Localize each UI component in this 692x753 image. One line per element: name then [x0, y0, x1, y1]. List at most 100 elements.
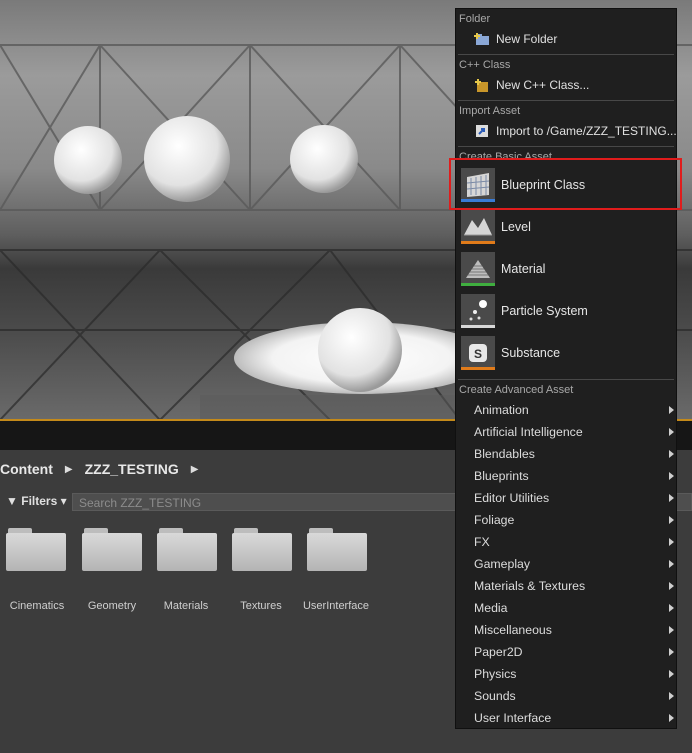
new-cpp-label: New C++ Class...: [496, 78, 590, 92]
advanced-menu-item[interactable]: Foliage: [456, 509, 676, 531]
section-import: Import Asset: [459, 105, 521, 117]
advanced-menu-item[interactable]: FX: [456, 531, 676, 553]
advanced-menu-item-label: Paper2D: [474, 645, 523, 659]
advanced-menu-item-label: Blendables: [474, 447, 535, 461]
material-icon: [461, 252, 495, 286]
advanced-menu-item-label: Foliage: [474, 513, 515, 527]
level-label: Level: [501, 220, 531, 234]
submenu-arrow-icon: [669, 538, 674, 546]
breadcrumb-arrow-icon[interactable]: ▶: [191, 464, 199, 475]
particle-system-item[interactable]: Particle System: [458, 291, 674, 331]
folder-label[interactable]: Geometry: [74, 600, 150, 612]
advanced-menu-item[interactable]: Gameplay: [456, 553, 676, 575]
submenu-arrow-icon: [669, 494, 674, 502]
advanced-menu-item[interactable]: User Interface: [456, 707, 676, 729]
submenu-arrow-icon: [669, 648, 674, 656]
advanced-menu-item-label: FX: [474, 535, 490, 549]
advanced-menu-item-label: Editor Utilities: [474, 491, 550, 505]
folder-icon[interactable]: [6, 526, 68, 574]
substance-label: Substance: [501, 346, 561, 360]
new-folder-icon: [474, 31, 490, 47]
particle-system-label: Particle System: [501, 304, 588, 318]
advanced-menu-item[interactable]: Blendables: [456, 443, 676, 465]
substance-icon: S: [461, 336, 495, 370]
add-new-context-menu: Folder New Folder C++ Class New C++ Clas…: [455, 8, 677, 729]
folder-icon[interactable]: [232, 526, 294, 574]
level-item[interactable]: Level: [458, 207, 674, 247]
folder-icon[interactable]: [82, 526, 144, 574]
level-icon: [461, 210, 495, 244]
submenu-arrow-icon: [669, 472, 674, 480]
folder-label[interactable]: UserInterface: [298, 600, 374, 612]
advanced-menu-item[interactable]: Editor Utilities: [456, 487, 676, 509]
section-advanced: Create Advanced Asset: [459, 384, 574, 396]
material-label: Material: [501, 262, 546, 276]
advanced-menu-item-label: Sounds: [474, 689, 516, 703]
cpp-class-icon: [474, 77, 490, 93]
advanced-menu-item[interactable]: Artificial Intelligence: [456, 421, 676, 443]
folder-label[interactable]: Materials: [148, 600, 224, 612]
advanced-menu-item-label: Artificial Intelligence: [474, 425, 583, 439]
submenu-arrow-icon: [669, 406, 674, 414]
filter-icon: ▼: [6, 494, 18, 508]
svg-text:S: S: [474, 347, 482, 361]
submenu-arrow-icon: [669, 604, 674, 612]
dropdown-icon: ▾: [60, 494, 67, 508]
advanced-menu-item-label: Miscellaneous: [474, 623, 552, 637]
section-cpp: C++ Class: [459, 59, 511, 71]
menu-separator: [458, 54, 674, 55]
breadcrumb: Content ▶ ZZZ_TESTING ▶: [0, 457, 210, 481]
particle-icon: [461, 294, 495, 328]
advanced-menu-item-label: Gameplay: [474, 557, 531, 571]
submenu-arrow-icon: [669, 670, 674, 678]
particle-color-bar: [461, 325, 495, 328]
filters-button[interactable]: ▼ Filters ▾: [6, 494, 67, 508]
submenu-arrow-icon: [669, 626, 674, 634]
advanced-menu-item[interactable]: Animation: [456, 399, 676, 421]
menu-separator: [458, 379, 674, 380]
advanced-menu-item[interactable]: Blueprints: [456, 465, 676, 487]
folder-label[interactable]: Cinematics: [0, 600, 75, 612]
section-folder: Folder: [459, 13, 491, 25]
substance-color-bar: [461, 367, 495, 370]
level-color-bar: [461, 241, 495, 244]
breadcrumb-folder[interactable]: ZZZ_TESTING: [85, 461, 179, 477]
blueprint-class-highlight: [449, 158, 682, 210]
advanced-menu-item-label: Animation: [474, 403, 529, 417]
submenu-arrow-icon: [669, 560, 674, 568]
folder-label[interactable]: Textures: [223, 600, 299, 612]
new-folder-label: New Folder: [496, 32, 558, 46]
advanced-menu-item[interactable]: Paper2D: [456, 641, 676, 663]
folder-icon[interactable]: [307, 526, 369, 574]
advanced-menu-item-label: Media: [474, 601, 508, 615]
submenu-arrow-icon: [669, 714, 674, 722]
submenu-arrow-icon: [669, 692, 674, 700]
folder-icon[interactable]: [157, 526, 219, 574]
advanced-menu-item-label: Blueprints: [474, 469, 529, 483]
advanced-menu-item[interactable]: Materials & Textures: [456, 575, 676, 597]
submenu-arrow-icon: [669, 428, 674, 436]
submenu-arrow-icon: [669, 582, 674, 590]
import-icon: [474, 123, 490, 139]
material-item[interactable]: Material: [458, 249, 674, 289]
advanced-menu-item-label: User Interface: [474, 711, 552, 725]
breadcrumb-root[interactable]: Content: [0, 461, 53, 477]
advanced-menu-item[interactable]: Physics: [456, 663, 676, 685]
advanced-menu-item[interactable]: Media: [456, 597, 676, 619]
advanced-menu-item[interactable]: Miscellaneous: [456, 619, 676, 641]
submenu-arrow-icon: [669, 516, 674, 524]
new-cpp-class-item[interactable]: New C++ Class...: [456, 75, 676, 95]
advanced-menu-item[interactable]: Sounds: [456, 685, 676, 707]
import-item[interactable]: Import to /Game/ZZZ_TESTING...: [456, 121, 677, 141]
substance-item[interactable]: S Substance: [458, 333, 674, 373]
material-color-bar: [461, 283, 495, 286]
advanced-menu-item-label: Physics: [474, 667, 517, 681]
menu-separator: [458, 146, 674, 147]
submenu-arrow-icon: [669, 450, 674, 458]
advanced-menu-item-label: Materials & Textures: [474, 579, 586, 593]
import-label: Import to /Game/ZZZ_TESTING...: [496, 124, 677, 138]
menu-separator: [458, 100, 674, 101]
new-folder-item[interactable]: New Folder: [456, 29, 676, 49]
breadcrumb-arrow-icon[interactable]: ▶: [65, 464, 73, 475]
filters-label: Filters: [21, 494, 58, 508]
